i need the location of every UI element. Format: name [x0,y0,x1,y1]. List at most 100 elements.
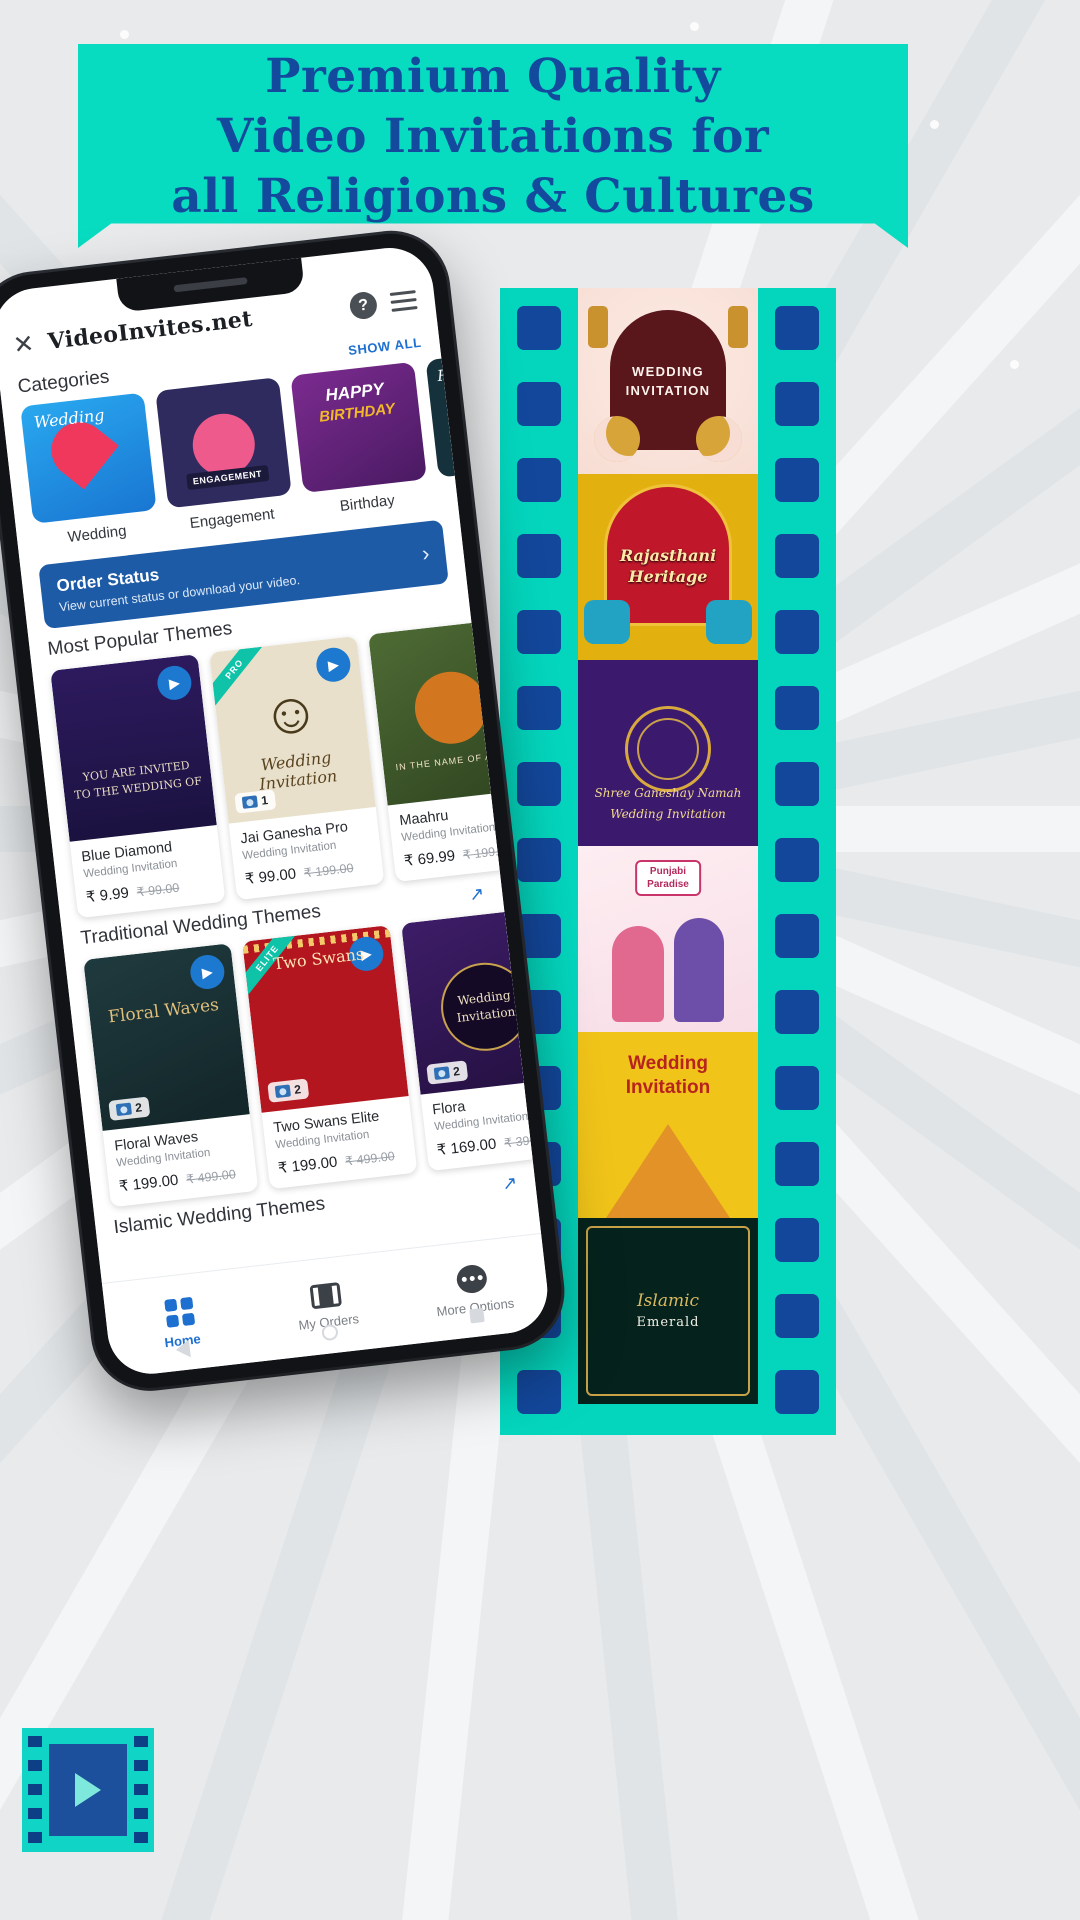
theme-card[interactable]: ▶ IN THE NAME OF ALLAH Maahru Wedding In… [368,617,542,883]
theme-art-text: IN THE NAME OF ALLAH [395,748,519,772]
theme-card[interactable]: PRO ▶ ☺ Wedding Invitation 1 Jai Ganesha… [209,635,385,901]
close-icon[interactable]: ✕ [12,330,36,360]
play-icon[interactable]: ▶ [314,645,353,684]
theme-art-text: Wedding Invitation [258,747,339,794]
filmstrip-card-text: Shree Ganeshay Namah Wedding Invitation [594,786,742,821]
headline-line-3: all Religions & Cultures [171,169,815,225]
home-button[interactable] [321,1323,339,1342]
theme-price: ₹ 199.00 [277,1153,339,1178]
theme-price: ₹ 9.99 [85,884,130,907]
filmstrip-perforation [517,306,561,350]
filmstrip-card-text: Punjabi Paradise [635,860,701,896]
filmstrip-perforation [775,1066,819,1110]
filmstrip-perforation [775,458,819,502]
photo-count-badge: 2 [267,1078,309,1103]
play-icon[interactable]: ▶ [188,953,227,991]
category-wedding[interactable]: Wedding Wedding [20,392,160,550]
category-label: Wedding [66,522,128,546]
filmstrip-perforation [775,762,819,806]
theme-old-price: ₹ 99.00 [136,880,181,900]
filmstrip-card-text: Wedding Invitation [625,1053,711,1098]
filmstrip-perforation [775,610,819,654]
filmstrip-card-wedding-invitation[interactable]: WEDDING INVITATION [578,288,758,474]
filmstrip-perforation [775,838,819,882]
theme-old-price: ₹ 399.00 [503,1130,542,1151]
filmstrip-perforation [775,686,819,730]
filmstrip-card-text: Rajasthani Heritage [619,546,717,586]
theme-old-price: ₹ 199.00 [303,860,355,881]
headline-line-2: Video Invitations for [216,108,770,164]
phone-body: ✕ VideoInvites.net ? Categories SHOW ALL… [0,227,568,1394]
recents-button[interactable] [468,1307,485,1324]
phone-screen: ✕ VideoInvites.net ? Categories SHOW ALL… [0,243,552,1379]
theme-card[interactable]: ▶ Wedding Invitation 2 Flora Wedding Inv… [401,907,542,1172]
photo-count-badge: 2 [108,1096,151,1121]
photo-count-badge: 2 [426,1060,468,1085]
categories-title: Categories [16,366,111,398]
theme-art-text: YOU ARE INVITED TO THE WEDDING OF [73,758,203,803]
category-label: Birthday [339,491,396,515]
theme-card[interactable]: ▶ Floral Waves 2 Floral Waves Wedding In… [83,943,259,1208]
film-icon [309,1281,342,1309]
category-engagement[interactable]: ENGAGEMENT Engagement [155,377,295,534]
back-button[interactable] [175,1339,192,1359]
photo-count-badge: 1 [234,789,277,814]
play-triangle-icon [75,1773,101,1807]
category-art-text: Reception [436,358,515,386]
headline-banner: Premium Quality Video Invitations for al… [78,44,908,248]
play-icon[interactable]: ▶ [155,664,194,702]
theme-art-text: Floral Waves [107,995,220,1028]
filmstrip-perforation [775,306,819,350]
photo-count: 2 [293,1082,302,1097]
theme-old-price: ₹ 499.00 [185,1167,237,1187]
more-dots-icon [455,1262,489,1295]
popular-themes-row[interactable]: ▶ YOU ARE INVITED TO THE WEDDING OF Blue … [32,599,542,920]
filmstrip-perforation [517,458,561,502]
filmstrip-perforations-right [758,288,836,1435]
filmstrip-card-subtext: Emerald [636,1314,700,1330]
filmstrip-card-punjabi-paradise[interactable]: Punjabi Paradise [578,846,758,1032]
chevron-right-icon[interactable]: › [421,540,431,567]
list-icon[interactable] [389,289,418,314]
play-icon[interactable]: ▶ [473,627,512,666]
photo-count: 2 [134,1100,143,1115]
theme-card[interactable]: ▶ YOU ARE INVITED TO THE WEDDING OF Blue … [50,654,226,919]
theme-art-text: Wedding Invitation [436,958,534,1056]
filmstrip-card-shree-ganeshay-namah[interactable]: Shree Ganeshay Namah Wedding Invitation [578,660,758,846]
filmstrip-perforation [775,534,819,578]
camera-icon [274,1084,291,1099]
category-label: Engagement [188,505,276,533]
filmstrip-perforation [775,1218,819,1262]
app-content: Categories SHOW ALL Wedding Wedding ENGA… [0,318,542,1283]
theme-card[interactable]: ELITE ▶ Two Swans 2 Two Swans Elite Wedd… [242,925,418,1190]
expand-icon[interactable]: ↗ [501,1172,518,1195]
camera-icon [433,1066,450,1080]
filmstrip-perforation [775,382,819,426]
theme-price: ₹ 69.99 [403,847,456,870]
filmstrip-perforation [775,1142,819,1186]
filmstrip-card-text: Islamic [636,1291,700,1311]
category-birthday[interactable]: HAPPY BIRTHDAY Birthday [290,361,430,519]
play-icon[interactable]: ▶ [506,916,542,955]
theme-price: ₹ 199.00 [118,1171,180,1196]
filmstrip-perforation [775,1294,819,1338]
headline-line-1: Premium Quality [265,48,721,104]
traditional-themes-row[interactable]: ▶ Floral Waves 2 Floral Waves Wedding In… [65,907,542,1209]
logo-perforations-right [134,1736,148,1844]
filmstrip-perforation [775,990,819,1034]
camera-icon [115,1102,132,1117]
logo-perforations-left [28,1736,42,1844]
videoinvites-logo [22,1728,154,1852]
filmstrip-perforation [775,1370,819,1414]
category-art-text: ENGAGEMENT [186,464,269,491]
filmstrip-card-south-indian-wedding[interactable]: Wedding Invitation [578,1032,758,1218]
grid-icon [163,1296,195,1328]
show-all-button[interactable]: SHOW ALL [347,334,422,357]
filmstrip-card-rajasthani-heritage[interactable]: Rajasthani Heritage [578,474,758,660]
filmstrip-card-text: WEDDING INVITATION [625,363,711,399]
theme-price: ₹ 169.00 [436,1135,498,1160]
expand-icon[interactable]: ↗ [468,883,485,906]
theme-old-price: ₹ 499.00 [344,1149,396,1169]
help-icon[interactable]: ? [348,290,379,321]
headline-text: Premium Quality Video Invitations for al… [171,47,815,227]
